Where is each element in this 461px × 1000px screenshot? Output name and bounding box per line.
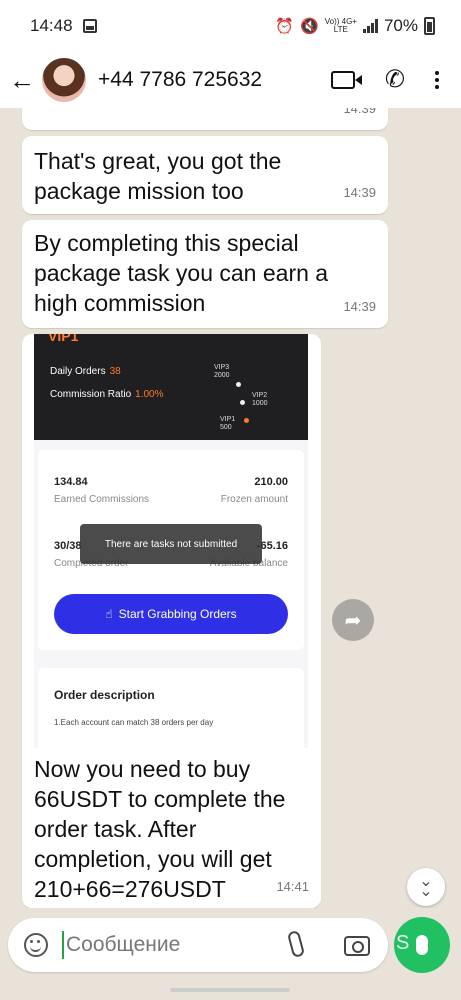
chat-header: ← +44 7786 725632 ✆ <box>0 52 461 108</box>
shared-screenshot[interactable]: VIP1 Daily Orders 38 Commission Ratio 1.00… <box>34 334 308 764</box>
chat-area[interactable]: screenshot 14:39 That's great, you got t… <box>0 108 461 908</box>
vip-tier: VIP1 500 <box>220 416 235 432</box>
contact-name[interactable]: +44 7786 725632 <box>98 68 331 92</box>
video-call-icon[interactable] <box>330 71 362 89</box>
daily-orders-value: 38 <box>109 366 121 377</box>
commission-ratio-label: Commission Ratio <box>50 389 132 400</box>
message-time: 14:39 <box>343 299 376 314</box>
hand-pointer-icon: ☝ <box>105 607 113 621</box>
start-grabbing-orders-button[interactable]: ☝ Start Grabbing Orders <box>54 594 288 634</box>
daily-orders-label: Daily Orders <box>50 366 106 377</box>
vip-tier-dot <box>236 382 241 387</box>
forward-icon[interactable]: ➦ <box>332 599 374 641</box>
vip-tier-dot <box>240 400 245 405</box>
message-bubble[interactable]: By completing this special package task … <box>22 220 388 328</box>
overlay-letter: S <box>396 932 410 954</box>
grab-button-label: Start Grabbing Orders <box>118 607 237 621</box>
order-description-line: 1.Each account can match 38 orders per d… <box>54 718 214 727</box>
emoji-icon[interactable] <box>24 933 48 957</box>
vip-logo: VIP1 <box>48 334 79 344</box>
message-caption: Now you need to buy 66USDT to complete t… <box>22 748 321 908</box>
toast-message: There are tasks not submitted <box>80 524 262 564</box>
frozen-label: Frozen amount <box>220 494 288 505</box>
earned-value: 134.84 <box>54 476 88 488</box>
vip-tier-value: 1000 <box>252 400 268 407</box>
battery-percent: 70% <box>383 16 418 35</box>
back-arrow-icon[interactable]: ← <box>4 65 40 96</box>
vip-tier-dot-active <box>244 418 249 423</box>
more-options-icon[interactable] <box>435 71 439 89</box>
message-bubble[interactable]: screenshot 14:39 <box>22 108 388 130</box>
avatar[interactable] <box>42 58 86 102</box>
scroll-down-icon[interactable]: ⌄ ⌄ <box>407 868 445 906</box>
header-actions: ✆ <box>330 68 439 92</box>
text-cursor <box>62 931 64 959</box>
message-input[interactable] <box>66 930 266 960</box>
message-bubble[interactable]: That's great, you got the package missio… <box>22 136 388 214</box>
earned-label: Earned Commissions <box>54 494 150 505</box>
completed-value: 30/38 <box>54 540 82 552</box>
battery-icon <box>424 17 435 35</box>
gallery-notification-icon <box>82 19 97 33</box>
vip-tier-value: 2000 <box>214 372 230 379</box>
message-composer <box>8 918 388 972</box>
vip-tier-name: VIP2 <box>252 392 268 399</box>
mute-icon: 🔇 <box>300 18 319 35</box>
vip-panel: VIP1 Daily Orders 38 Commission Ratio 1.00… <box>34 334 308 440</box>
vip-tier: VIP3 2000 <box>214 364 230 380</box>
daily-orders-row: Daily Orders 38 <box>50 366 121 377</box>
alarm-icon: ⏰ <box>275 18 295 35</box>
message-time: 14:39 <box>343 108 376 116</box>
message-text: That's great, you got the package missio… <box>34 148 282 204</box>
network-indicator: Vo)) 4G+ LTE <box>325 18 357 34</box>
phone-icon[interactable]: ✆ <box>385 68 405 92</box>
message-text: Now you need to buy 66USDT to complete t… <box>34 756 286 902</box>
home-indicator[interactable] <box>170 988 290 992</box>
network-bottom-text: LTE <box>333 25 348 34</box>
commission-ratio-row: Commission Ratio 1.00% <box>50 389 164 400</box>
vip-tier-name: VIP1 <box>220 416 236 423</box>
microphone-icon <box>416 935 428 955</box>
vip-tier-value: 500 <box>220 424 232 431</box>
status-left: 14:48 <box>30 16 97 36</box>
attach-icon[interactable] <box>286 929 306 959</box>
vip-tier-name: VIP3 <box>214 364 230 371</box>
frozen-value: 210.00 <box>254 476 288 488</box>
message-text: By completing this special package task … <box>34 230 329 316</box>
status-time: 14:48 <box>30 16 73 35</box>
signal-bars-icon <box>362 19 378 33</box>
status-right: ⏰ 🔇 Vo)) 4G+ LTE 70% <box>275 16 435 36</box>
order-description-title: Order description <box>54 688 155 702</box>
message-time: 14:41 <box>276 879 309 894</box>
message-time: 14:39 <box>343 185 376 200</box>
camera-icon[interactable] <box>344 936 370 956</box>
status-bar: 14:48 ⏰ 🔇 Vo)) 4G+ LTE 70% <box>0 0 461 52</box>
commission-ratio-value: 1.00% <box>135 389 164 400</box>
vip-tier: VIP2 1000 <box>252 392 268 408</box>
